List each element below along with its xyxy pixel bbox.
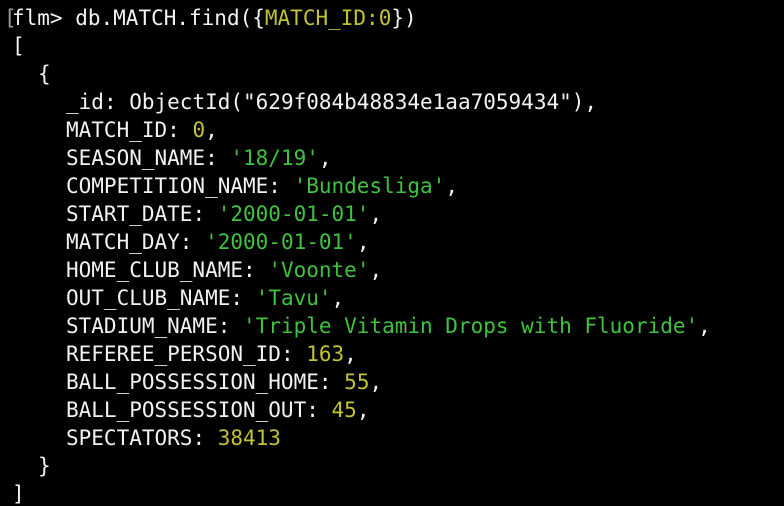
- field-key: HOME_CLUB_NAME: [66, 258, 244, 282]
- command-pre: db.MATCH.find({: [75, 6, 265, 30]
- field-separator: ,: [331, 286, 345, 310]
- field-separator: ,: [369, 370, 383, 394]
- field-value: 163: [306, 342, 345, 366]
- field-line: BALL_POSSESSION_HOME: 55,: [66, 370, 383, 394]
- field-key: REFEREE_PERSON_ID: [66, 342, 281, 366]
- prompt-name: flm>: [12, 6, 63, 30]
- open-brace: {: [38, 62, 51, 86]
- field-value: ObjectId("629f084b48834e1aa7059434"): [129, 90, 585, 114]
- field-line: SPECTATORS: 38413: [66, 426, 281, 450]
- field-value: '18/19': [230, 146, 319, 170]
- field-line: OUT_CLUB_NAME: 'Tavu',: [66, 286, 345, 310]
- field-value: '2000-01-01': [217, 202, 370, 226]
- field-key: STADIUM_NAME: [66, 314, 218, 338]
- command-post: }): [391, 6, 417, 30]
- field-line: _id: ObjectId("629f084b48834e1aa7059434"…: [66, 90, 598, 114]
- field-key: SEASON_NAME: [66, 146, 206, 170]
- field-key: MATCH_ID: [66, 118, 168, 142]
- field-value: 55: [344, 370, 370, 394]
- field-value: 'Triple Vitamin Drops with Fluoride': [243, 314, 699, 338]
- query-key: MATCH_ID: [264, 6, 367, 30]
- field-key: _id: [66, 90, 104, 114]
- field-value: 45: [331, 398, 357, 422]
- field-separator: ,: [369, 202, 383, 226]
- query-value: 0: [378, 6, 392, 30]
- field-key: START_DATE: [66, 202, 193, 226]
- field-line: STADIUM_NAME: 'Triple Vitamin Drops with…: [66, 314, 711, 338]
- field-value: 38413: [217, 426, 281, 450]
- field-separator: ,: [698, 314, 711, 338]
- close-brace: }: [38, 454, 51, 478]
- field-line: REFEREE_PERSON_ID: 163,: [66, 342, 357, 366]
- field-separator: ,: [445, 174, 458, 198]
- field-key: BALL_POSSESSION_OUT: [66, 398, 307, 422]
- field-value: 0: [192, 118, 206, 142]
- field-value: 'Tavu': [255, 286, 332, 310]
- open-bracket: [: [12, 34, 25, 58]
- close-bracket: ]: [12, 482, 25, 506]
- field-key: MATCH_DAY: [66, 230, 180, 254]
- field-separator: ,: [584, 90, 598, 114]
- field-value: 'Bundesliga': [293, 174, 446, 198]
- field-line: COMPETITION_NAME: 'Bundesliga',: [66, 174, 458, 198]
- field-value: 'Voonte': [268, 258, 370, 282]
- field-separator: ,: [356, 230, 370, 254]
- terminal-window[interactable]: [flm> db.MATCH.find({MATCH_ID:0}) [ { _i…: [0, 0, 784, 506]
- field-separator: ,: [344, 342, 357, 366]
- field-line: SEASON_NAME: '18/19',: [66, 146, 332, 170]
- field-key: SPECTATORS: [66, 426, 193, 450]
- field-line: START_DATE: '2000-01-01',: [66, 202, 383, 226]
- field-key: OUT_CLUB_NAME: [66, 286, 231, 310]
- field-line: HOME_CLUB_NAME: 'Voonte',: [66, 258, 383, 282]
- field-separator: ,: [318, 146, 332, 170]
- prompt-marker: [: [4, 6, 17, 30]
- query-colon: :: [366, 6, 379, 30]
- field-key: COMPETITION_NAME: [66, 174, 269, 198]
- field-separator: ,: [356, 398, 370, 422]
- field-line: BALL_POSSESSION_OUT: 45,: [66, 398, 370, 422]
- field-separator: ,: [205, 118, 218, 142]
- field-value: '2000-01-01': [205, 230, 357, 254]
- prompt-line: [flm> db.MATCH.find({MATCH_ID:0}): [4, 4, 417, 32]
- field-key: BALL_POSSESSION_HOME: [66, 370, 319, 394]
- field-separator: ,: [369, 258, 383, 282]
- field-line: MATCH_ID: 0,: [66, 118, 218, 142]
- field-line: MATCH_DAY: '2000-01-01',: [66, 230, 370, 254]
